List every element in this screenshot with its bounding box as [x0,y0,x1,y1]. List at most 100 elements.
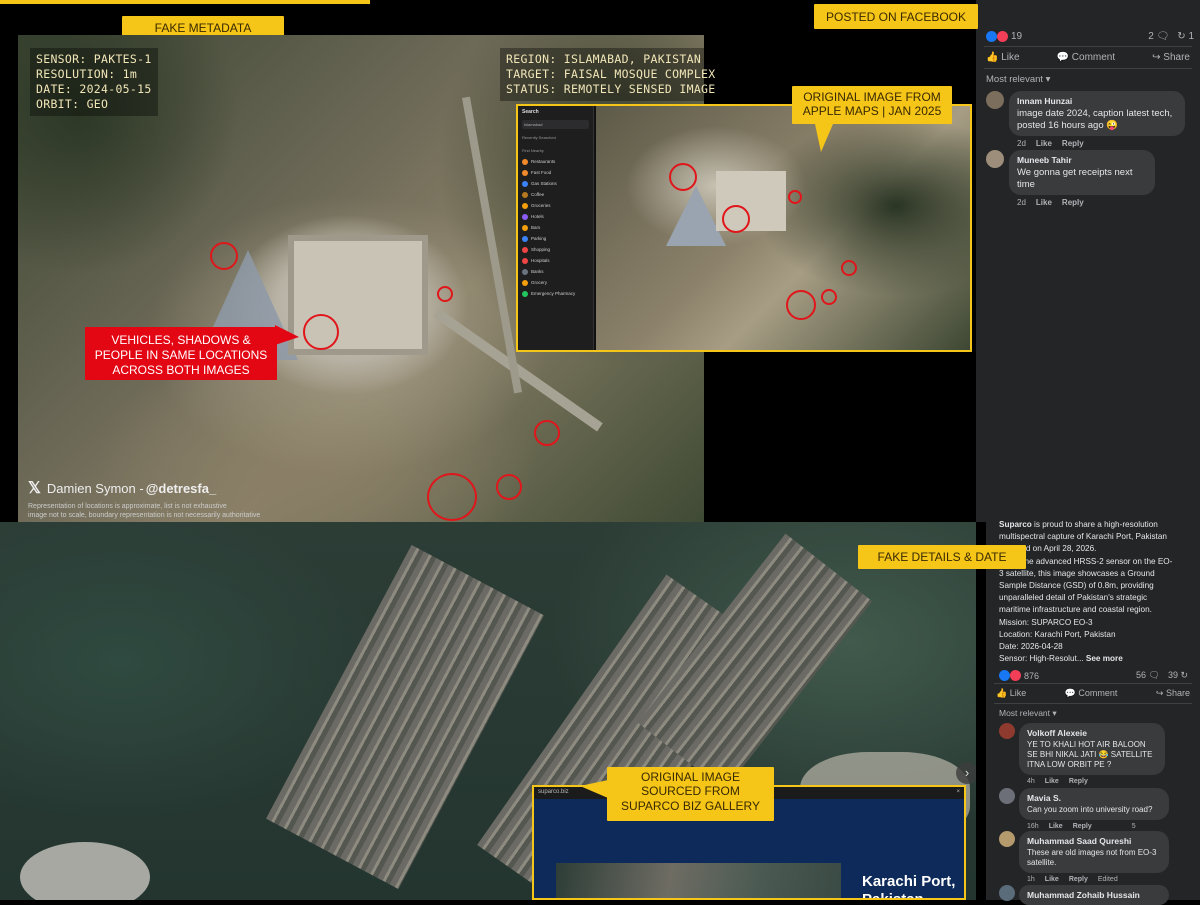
highlight-circle [722,205,750,233]
divider [994,703,1192,704]
sidebar-item-label: Parking [531,236,547,241]
sidebar-list-item[interactable]: Gas Stations [518,178,593,189]
comment-author[interactable]: Mavia S. [1027,793,1161,804]
comment-like-button[interactable]: Like [1045,876,1059,883]
post-author[interactable]: Suparco [999,520,1032,529]
close-icon[interactable]: × [956,789,960,797]
post-line: Using the advanced HRSS-2 sensor on the … [999,556,1173,566]
comment-reply-button[interactable]: Reply [1062,198,1084,207]
post-text: Sensor: High-Resolut... [999,654,1086,664]
share-button[interactable]: ↪ Share [1156,688,1190,699]
fake-metadata-right: REGION: ISLAMABAD, PAKISTAN TARGET: FAIS… [500,48,722,101]
highlight-circle [427,473,477,521]
like-button[interactable]: 👍 Like [986,52,1020,63]
avatar[interactable] [999,831,1015,847]
avatar[interactable] [986,150,1004,168]
callout-line: ORIGINAL IMAGE FROM [803,90,941,104]
like-button[interactable]: 👍 Like [996,688,1026,699]
metadata-line: ORBIT: GEO [36,97,109,111]
post-line: 3 satellite, this image showcases a Grou… [999,568,1155,578]
category-icon [522,246,528,253]
post-line: Location: Karachi Port, Pakistan [999,629,1116,639]
like-label: Like [1009,688,1027,698]
avatar[interactable] [999,788,1015,804]
comment-reply-button[interactable]: Reply [1062,139,1084,148]
comment-reply-button[interactable]: Reply [1069,778,1088,785]
shares-count[interactable]: 39 ↻ [1168,670,1188,681]
see-more-link[interactable]: See more [1086,654,1123,663]
sidebar-list-item[interactable]: Hospitals [518,255,593,266]
highlight-circle [821,289,837,305]
sidebar-list-item[interactable]: Hotels [518,211,593,222]
sidebar-list-item[interactable]: Shopping [518,244,593,255]
comment-item: Muneeb Tahir We gonna get receipts next … [986,150,1192,207]
love-reaction-icon [1010,670,1021,681]
post-line: maritime infrastructure and coastal regi… [999,605,1152,615]
comment-like-button[interactable]: Like [1036,139,1052,148]
shares-count[interactable]: ↻ 1 [1177,31,1194,42]
next-arrow-icon[interactable]: › [956,762,976,784]
category-icon [522,169,528,176]
sidebar-list-item[interactable]: Parking [518,233,593,244]
sidebar-item-label: Coffee [531,192,545,197]
highlight-circle [303,314,339,350]
comment-reply-button[interactable]: Reply [1073,823,1092,830]
top-yellow-strip [0,0,370,4]
avatar[interactable] [999,885,1015,901]
comment-time[interactable]: 2d [1017,198,1026,207]
sort-dropdown[interactable]: Most relevant ▾ [999,708,1057,719]
sidebar-list-item[interactable]: Groceries [518,200,593,211]
comment-reaction-count[interactable]: 5 [1132,823,1136,830]
sidebar-search-field[interactable]: Islamabad [522,120,589,129]
comment-like-button[interactable]: Like [1036,198,1052,207]
comment-author[interactable]: Muneeb Tahir [1017,155,1147,166]
sidebar-list-item[interactable]: Fast Food [518,167,593,178]
like-reaction-icon [999,670,1010,681]
comment-time[interactable]: 16h [1027,823,1039,830]
comment-reply-button[interactable]: Reply [1069,876,1088,883]
sidebar-item-label: Hotels [531,214,544,219]
highlight-circle [788,190,802,204]
avatar[interactable] [999,723,1015,739]
sidebar-find-nearby: Find Nearby [522,148,544,153]
comment-time[interactable]: 2d [1017,139,1026,148]
share-button[interactable]: ↪ Share [1152,52,1190,63]
comment-text: YE TO KHALI HOT AIR BALOON SE BHI NIKAL … [1027,739,1153,769]
comment-time[interactable]: 4h [1027,778,1035,785]
metadata-line: DATE: 2024-05-15 [36,82,152,96]
callout-line: APPLE MAPS | JAN 2025 [802,104,942,119]
post-line: acquired on April 28, 2026. [999,544,1097,554]
title-line: Pakistan [862,891,924,900]
reaction-count[interactable]: 876 [1024,671,1039,681]
counts-row: 2 🗨 ↻ 1 [1148,31,1194,42]
comment-author[interactable]: Muhammad Saad Qureshi [1027,836,1161,847]
highlight-circle [496,474,522,500]
sidebar-list-item[interactable]: Restaurants [518,156,593,167]
comment-author[interactable]: Innam Hunzai [1017,96,1177,107]
sidebar-list-item[interactable]: Emergency Pharmacy [518,288,593,299]
sidebar-recent: Recently Searched [522,135,556,140]
category-icon [522,279,528,286]
sidebar-list-item[interactable]: Grocery [518,277,593,288]
comments-count[interactable]: 2 🗨 [1148,31,1169,42]
avatar[interactable] [986,91,1004,109]
comment-edited-label: Edited [1097,875,1118,883]
comment-author[interactable]: Volkoff Alexeie [1027,728,1157,739]
comment-time[interactable]: 1h [1027,876,1035,883]
sidebar-item-label: Gas Stations [531,181,557,186]
browser-url[interactable]: suparco.biz [538,789,569,797]
reaction-count[interactable]: 19 [1011,31,1022,42]
metadata-line: REGION: ISLAMABAD, PAKISTAN [506,52,702,66]
comments-count[interactable]: 56 🗨 [1136,670,1160,681]
comment-button[interactable]: 💬 Comment [1057,52,1116,63]
sidebar-list-item[interactable]: Bars [518,222,593,233]
sidebar-list-item[interactable]: Coffee [518,189,593,200]
comment-like-button[interactable]: Like [1045,778,1059,785]
highlight-circle [669,163,697,191]
comment-like-button[interactable]: Like [1049,823,1063,830]
sidebar-list-item[interactable]: Banks [518,266,593,277]
category-icon [522,180,528,187]
sort-dropdown[interactable]: Most relevant ▾ [986,74,1050,85]
comment-author[interactable]: Muhammad Zohaib Hussain [1027,890,1161,901]
comment-button[interactable]: 💬 Comment [1065,688,1118,699]
